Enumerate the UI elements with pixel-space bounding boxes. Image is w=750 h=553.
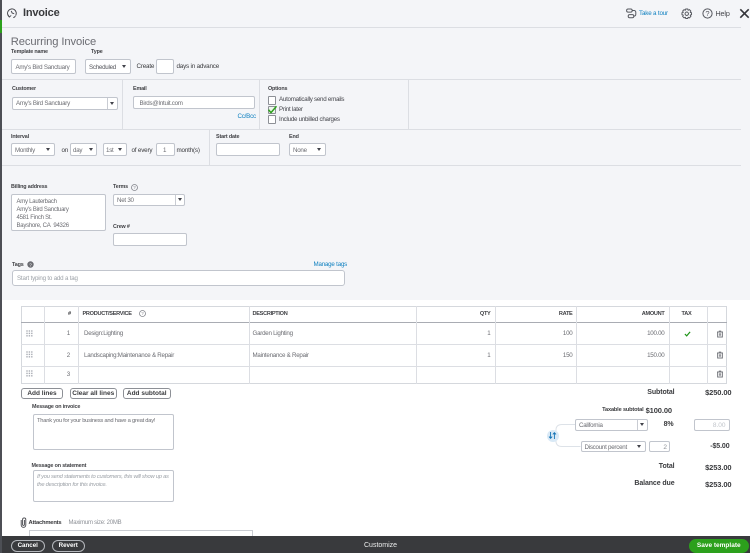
svg-text:?: ?: [133, 185, 136, 190]
svg-text:?: ?: [141, 311, 144, 316]
svg-text:?: ?: [705, 9, 709, 18]
